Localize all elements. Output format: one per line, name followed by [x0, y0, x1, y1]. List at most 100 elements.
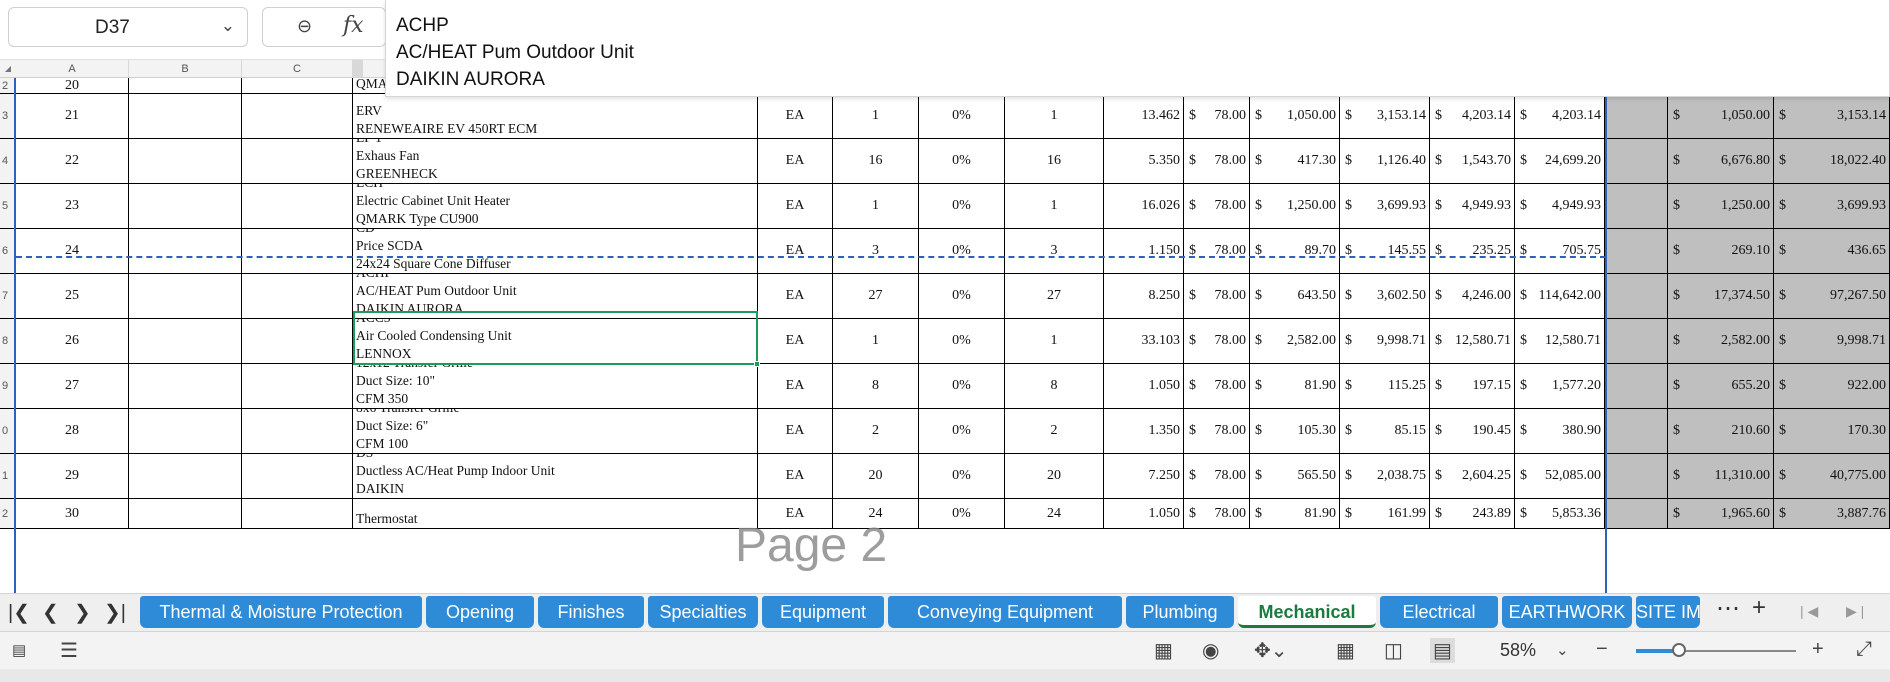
rate-cell[interactable]: $78.00 [1184, 229, 1250, 273]
description-cell[interactable]: Thermostat [353, 499, 758, 528]
name-box[interactable]: D37 ⌄ [8, 7, 248, 47]
waste-percent-cell[interactable]: 0% [919, 319, 1005, 363]
sheet-tab-earthwork[interactable]: EARTHWORK [1502, 596, 1632, 628]
quantity-cell[interactable]: 8 [833, 364, 919, 408]
first-sheet-icon[interactable]: |❮ [8, 600, 30, 625]
hours-cell[interactable]: 1.350 [1104, 409, 1184, 453]
unit-cell[interactable]: EA [758, 319, 833, 363]
item-number-cell[interactable]: 25 [16, 274, 129, 318]
sheet-tab-electrical[interactable]: Electrical [1380, 596, 1498, 628]
x2-cell[interactable]: $3,153.14 [1774, 94, 1890, 138]
c2-cell[interactable]: $3,153.14 [1340, 94, 1430, 138]
total-quantity-cell[interactable]: 1 [1005, 94, 1104, 138]
waste-percent-cell[interactable]: 0% [919, 499, 1005, 528]
zoom-out-icon[interactable]: ⊖ [297, 16, 312, 37]
hours-cell[interactable]: 16.026 [1104, 184, 1184, 228]
item-number-cell[interactable]: 20 [16, 78, 129, 93]
zoom-minus-icon[interactable]: − [1596, 638, 1608, 661]
fullscreen-icon[interactable]: ⤢ [1856, 638, 1872, 661]
total-quantity-cell[interactable]: 2 [1005, 409, 1104, 453]
sheet-tab-mechanical[interactable]: Mechanical [1238, 596, 1376, 628]
description-cell[interactable]: DSDuctless AC/Heat Pump Indoor Unit DAIKI… [353, 454, 758, 498]
item-number-cell[interactable]: 29 [16, 454, 129, 498]
c1-cell[interactable]: $1,250.00 [1250, 184, 1340, 228]
c1-cell[interactable]: $89.70 [1250, 229, 1340, 273]
c3-cell[interactable]: $4,949.93 [1430, 184, 1515, 228]
waste-percent-cell[interactable]: 0% [919, 364, 1005, 408]
x2-cell[interactable]: $3,887.76 [1774, 499, 1890, 528]
quantity-cell[interactable]: 16 [833, 139, 919, 183]
accessibility-icon[interactable]: ▤ [12, 641, 26, 659]
unit-cell[interactable]: EA [758, 364, 833, 408]
chevron-down-icon[interactable]: ⌄ [1556, 641, 1569, 659]
x2-cell[interactable]: $922.00 [1774, 364, 1890, 408]
column-header-b[interactable]: B [129, 60, 242, 78]
description-cell[interactable]: 12x12 Transfer GrilleDuct Size: 10" CFM 3… [353, 364, 758, 408]
spacer-cell[interactable] [1605, 139, 1668, 183]
empty-cell[interactable] [129, 499, 242, 528]
item-number-cell[interactable]: 24 [16, 229, 129, 273]
sheet-tab-conveying-equipment[interactable]: Conveying Equipment [888, 596, 1122, 628]
description-cell[interactable]: ERV RENEWEAIRE EV 450RT ECM [353, 94, 758, 138]
x2-cell[interactable]: $3,699.93 [1774, 184, 1890, 228]
quantity-cell[interactable]: 27 [833, 274, 919, 318]
row-header[interactable]: 7 [0, 274, 14, 318]
hours-cell[interactable]: 1.050 [1104, 364, 1184, 408]
spacer-cell[interactable] [1605, 454, 1668, 498]
empty-cell[interactable] [129, 184, 242, 228]
row-header[interactable]: 9 [0, 364, 14, 408]
x2-cell[interactable]: $9,998.71 [1774, 319, 1890, 363]
empty-cell[interactable] [129, 364, 242, 408]
spacer-cell[interactable] [1605, 274, 1668, 318]
quantity-cell[interactable]: 1 [833, 94, 919, 138]
quantity-cell[interactable]: 2 [833, 409, 919, 453]
row-header[interactable]: 1 [0, 454, 14, 498]
rate-cell[interactable]: $78.00 [1184, 184, 1250, 228]
x1-cell[interactable]: $269.10 [1668, 229, 1774, 273]
c4-cell[interactable]: $1,577.20 [1515, 364, 1605, 408]
c4-cell[interactable]: $12,580.71 [1515, 319, 1605, 363]
row-header[interactable]: 6 [0, 229, 14, 273]
column-header-d[interactable] [353, 60, 363, 78]
x1-cell[interactable]: $17,374.50 [1668, 274, 1774, 318]
spacer-cell[interactable] [1605, 499, 1668, 528]
c1-cell[interactable]: $105.30 [1250, 409, 1340, 453]
quantity-cell[interactable]: 1 [833, 184, 919, 228]
row-header[interactable]: 0 [0, 409, 14, 453]
item-number-cell[interactable]: 22 [16, 139, 129, 183]
unit-cell[interactable]: EA [758, 454, 833, 498]
empty-cell[interactable] [129, 94, 242, 138]
empty-cell[interactable] [129, 319, 242, 363]
sheet-tab-specialties[interactable]: Specialties [648, 596, 758, 628]
x1-cell[interactable]: $2,582.00 [1668, 319, 1774, 363]
rate-cell[interactable]: $78.00 [1184, 139, 1250, 183]
item-number-cell[interactable]: 30 [16, 499, 129, 528]
rate-cell[interactable]: $78.00 [1184, 274, 1250, 318]
selected-cell[interactable] [353, 311, 760, 367]
total-quantity-cell[interactable]: 20 [1005, 454, 1104, 498]
sheet-grid[interactable]: 220EUHQMARK Type MUH Unit HeaterEA20%2$7… [0, 78, 1890, 593]
c3-cell[interactable]: $190.45 [1430, 409, 1515, 453]
item-number-cell[interactable]: 21 [16, 94, 129, 138]
item-number-cell[interactable]: 28 [16, 409, 129, 453]
description-cell[interactable]: 8x6 Transfer GrilleDuct Size: 6" CFM 100 [353, 409, 758, 453]
c1-cell[interactable]: $417.30 [1250, 139, 1340, 183]
c1-cell[interactable]: $2,582.00 [1250, 319, 1340, 363]
total-quantity-cell[interactable]: 3 [1005, 229, 1104, 273]
rate-cell[interactable]: $78.00 [1184, 94, 1250, 138]
c2-cell[interactable]: $2,038.75 [1340, 454, 1430, 498]
c2-cell[interactable]: $85.15 [1340, 409, 1430, 453]
c4-cell[interactable]: $24,699.20 [1515, 139, 1605, 183]
freeze-panes-icon[interactable]: ✥⌄ [1254, 638, 1288, 663]
zoom-plus-icon[interactable]: + [1812, 638, 1824, 661]
eye-icon[interactable]: ◉ [1202, 638, 1219, 663]
total-quantity-cell[interactable]: 1 [1005, 184, 1104, 228]
unit-cell[interactable]: EA [758, 274, 833, 318]
hours-cell[interactable]: 7.250 [1104, 454, 1184, 498]
waste-percent-cell[interactable]: 0% [919, 184, 1005, 228]
empty-cell[interactable] [242, 319, 353, 363]
x2-cell[interactable]: $170.30 [1774, 409, 1890, 453]
waste-percent-cell[interactable]: 0% [919, 94, 1005, 138]
formula-input[interactable]: ACHP AC/HEAT Pum Outdoor Unit DAIKIN AUR… [385, 0, 1890, 97]
item-number-cell[interactable]: 26 [16, 319, 129, 363]
